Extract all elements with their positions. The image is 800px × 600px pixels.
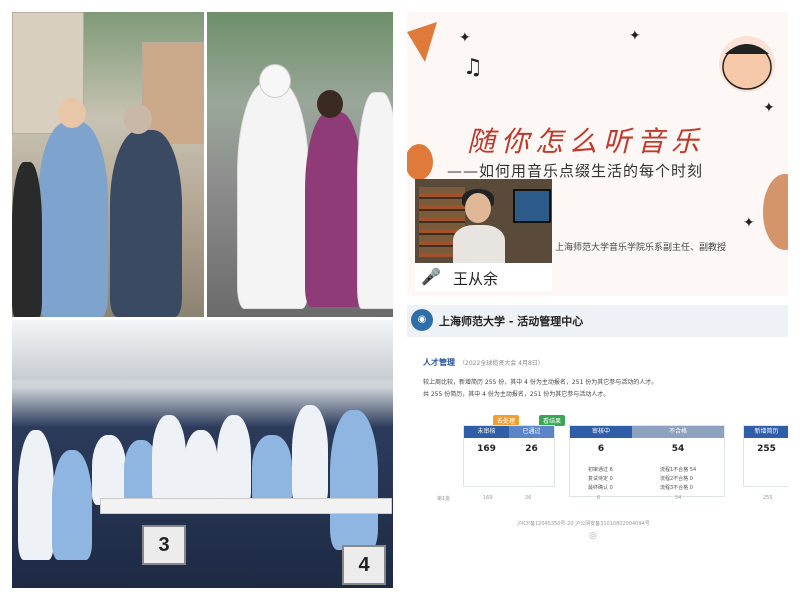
photo-ppe-workers <box>207 12 393 317</box>
mini-value: 0 <box>689 485 693 491</box>
activity-management-screen: ◉ 上海师范大学 - 活动管理中心 人才管理 （2022全球揽贤大会 4月8日） … <box>407 305 788 545</box>
mini-row: 流程2不合格 0 <box>660 475 693 482</box>
review-card-3[interactable]: 新增简历 255 <box>743 425 788 487</box>
section-title: 人才管理 （2022全球揽贤大会 4月8日） <box>423 357 544 368</box>
bottom-cell: 255 <box>763 495 773 501</box>
ppe-person <box>152 415 186 505</box>
sparkle-icon: ✦ <box>763 100 775 116</box>
footer-icp: 沪ICP备12045350号-20 沪公网安备31010802004094号 <box>517 521 650 527</box>
header-title: 上海师范大学 - 活动管理中心 <box>439 315 584 328</box>
section-title-text: 人才管理 <box>423 358 455 367</box>
card-value: 54 <box>671 444 685 454</box>
head <box>317 90 343 118</box>
resident-purple-jacket <box>305 112 363 307</box>
music-note-icon: ♫ <box>463 55 483 80</box>
mini-label: 流程3不合格 <box>660 485 689 491</box>
review-card-2[interactable]: 审核中 不合格 6 54 初审通过 6 复试待定 0 最终确认 0 流程1不合格… <box>569 425 725 497</box>
mini-row: 流程3不合格 0 <box>660 484 693 491</box>
brick-wall <box>142 42 204 144</box>
ppe-person <box>252 435 292 505</box>
online-lecture-slide: ♫ ✦ ✦ ✦ ✦ 随你怎么听音乐 ——如何用音乐点缀生活的每个时刻 上海师范大… <box>407 12 788 296</box>
card-value: 6 <box>597 444 605 454</box>
mini-row: 初审通过 6 <box>588 466 613 473</box>
review-card-1[interactable]: 未审核 已通过 169 26 <box>463 425 555 487</box>
card-header: 不合格 <box>632 426 724 438</box>
card-header: 已通过 <box>509 426 554 438</box>
lecture-title: 随你怎么听音乐 <box>467 125 706 158</box>
bottom-cell: 54 <box>675 495 682 501</box>
bottom-cell: 第1批 <box>437 496 451 502</box>
mini-label: 最终确认 <box>588 485 609 491</box>
ppe-person <box>52 450 92 560</box>
guitar-shape <box>763 174 788 250</box>
chair-label: 4 <box>358 554 370 576</box>
orange-shape <box>407 22 437 62</box>
card-header: 审核中 <box>570 426 632 438</box>
sparkle-icon: ✦ <box>629 28 641 44</box>
head-cap <box>124 104 152 134</box>
speaker-face <box>465 193 491 223</box>
mini-value: 0 <box>689 476 693 482</box>
mini-value: 6 <box>609 467 613 473</box>
speaker-body <box>453 225 505 263</box>
card-header: 未审核 <box>464 426 509 438</box>
card-value: 169 <box>477 444 496 454</box>
speaker-name-bar: 🎤 王从余 <box>415 263 552 291</box>
bottom-cell: 169 <box>483 495 493 501</box>
summary-line-2: 共 255 份简历，其中 4 份为主动报名，251 份为其它参与活动人才。 <box>423 391 610 398</box>
mini-label: 复试待定 <box>588 476 609 482</box>
card-value: 26 <box>525 444 538 454</box>
sparkle-icon: ✦ <box>743 215 755 231</box>
chair-number-4: 4 <box>342 545 386 585</box>
mini-value: 0 <box>609 485 613 491</box>
lecture-subtitle: ——如何用音乐点缀生活的每个时刻 <box>447 162 704 180</box>
photo-residents-testing <box>12 12 204 317</box>
footer-logo-icon: ◎ <box>589 531 597 541</box>
worker-white-suit <box>237 82 309 309</box>
mini-row: 复试待定 0 <box>588 475 613 482</box>
ppe-person <box>18 430 54 560</box>
summary-line-1: 较上周比较，新增简历 255 份，其中 4 份为主动报名，251 份为其它参与活… <box>423 379 658 386</box>
speaker-name: 王从余 <box>453 270 499 288</box>
folding-table <box>100 498 392 514</box>
header-bar: ◉ 上海师范大学 - 活动管理中心 <box>407 305 788 337</box>
bottom-cell: 6 <box>597 495 601 501</box>
mini-label: 初审通过 <box>588 467 609 473</box>
hood <box>259 64 291 98</box>
ppe-person <box>292 405 328 505</box>
mini-label: 流程1不合格 <box>660 467 689 473</box>
card-header: 新增简历 <box>744 426 788 438</box>
speaker-affiliation: 上海师范大学音乐学院乐系副主任、副教授 <box>555 243 727 253</box>
orange-blob <box>407 144 433 180</box>
chair-label: 3 <box>158 534 170 556</box>
mini-value: 0 <box>609 476 613 482</box>
resident-dark-jacket <box>110 130 182 317</box>
university-logo-icon: ◉ <box>411 309 433 331</box>
head <box>58 98 86 128</box>
mini-row: 最终确认 0 <box>588 484 613 491</box>
bottom-cell: 26 <box>525 495 532 501</box>
chair-number-3: 3 <box>142 525 186 565</box>
ppe-person <box>92 435 126 505</box>
tv-screen <box>513 189 551 223</box>
ppe-person <box>217 415 251 505</box>
ppe-person <box>184 430 218 505</box>
worker-blue-gown <box>38 122 108 317</box>
worker-white-suit-right <box>357 92 393 309</box>
mini-label: 流程2不合格 <box>660 476 689 482</box>
mini-value: 54 <box>689 467 697 473</box>
card-value: 255 <box>757 444 776 454</box>
speaker-video <box>415 179 552 263</box>
mini-row: 流程1不合格 54 <box>660 466 696 473</box>
section-note: （2022全球揽贤大会 4月8日） <box>459 360 544 367</box>
ppe-person <box>330 410 378 550</box>
person-left <box>12 162 42 317</box>
tent-canopy <box>12 320 393 380</box>
sparkle-icon: ✦ <box>459 30 471 46</box>
microphone-icon[interactable]: 🎤 <box>421 267 441 286</box>
photo-group-under-tent: 3 4 <box>12 320 393 588</box>
